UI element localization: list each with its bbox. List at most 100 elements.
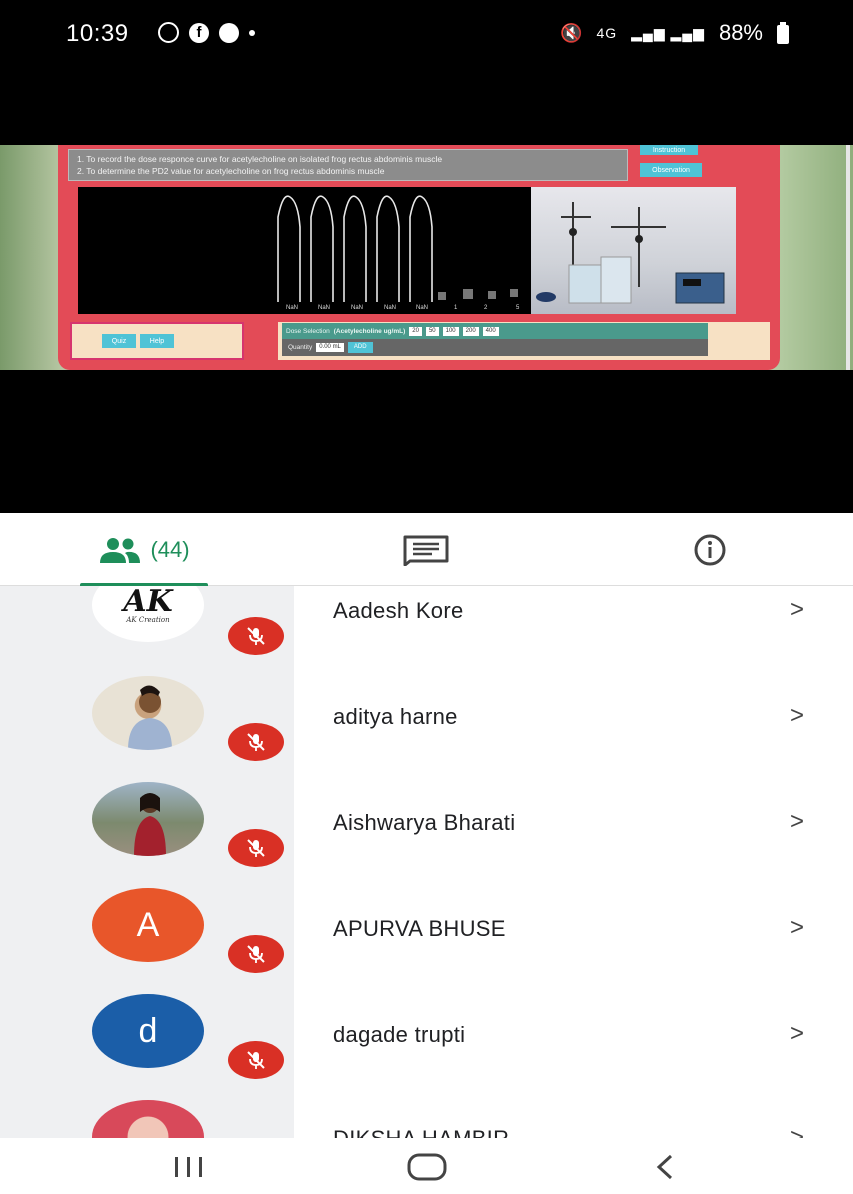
avatar-initial: A <box>136 905 160 944</box>
trace-pixel <box>488 291 496 299</box>
quantity-label: Quantity <box>288 344 313 351</box>
chevron-right-icon[interactable]: > <box>790 808 804 836</box>
tab-info[interactable] <box>670 513 750 586</box>
people-count: (44) <box>150 536 190 562</box>
instruction-button[interactable]: Instruction <box>640 145 698 155</box>
dose-option[interactable]: 400 <box>482 326 499 336</box>
participant-name: Aadesh Kore <box>333 598 464 623</box>
trace-pixel <box>463 289 473 299</box>
battery-percent: 88% <box>718 20 763 45</box>
dose-option-selected[interactable]: 100 <box>442 326 459 336</box>
home-button[interactable] <box>404 1152 450 1182</box>
signal-icon: ▂▄▆ ▂▄▆ <box>631 24 705 41</box>
status-right: 🔇 4G ▂▄▆ ▂▄▆ 88% <box>560 20 789 46</box>
trace-curves <box>277 195 433 302</box>
graph-label: NaN <box>286 305 298 311</box>
mic-off-icon <box>228 1041 284 1079</box>
aim-1: 1. To record the dose responce curve for… <box>77 154 443 164</box>
dose-option[interactable]: 50 <box>425 326 439 336</box>
chevron-right-icon[interactable]: > <box>790 914 804 942</box>
participant-row[interactable]: d dagade trupti > <box>0 990 853 1096</box>
chevron-right-icon[interactable]: > <box>790 702 804 730</box>
phone-icon <box>219 22 239 43</box>
avatar-letter: A <box>92 888 204 962</box>
add-button[interactable]: ADD <box>347 342 373 353</box>
graph-label: NaN <box>318 305 330 311</box>
avatar-initial: d <box>138 1011 158 1050</box>
graph-label: NaN <box>351 305 363 311</box>
avatar-photo <box>92 676 204 750</box>
dose-control-panel: Dose Selection (Acetylecholine ug/mL) 20… <box>278 322 770 360</box>
dose-option[interactable]: 20 <box>409 326 422 336</box>
avatar-letter: d <box>92 994 204 1068</box>
participant-list[interactable]: AK AK Creation Aadesh Kore > aditya harn… <box>0 586 853 1138</box>
participant-name: aditya harne <box>333 704 458 729</box>
participant-name: dagade trupti <box>333 1022 466 1047</box>
dose-drug: (Acetylecholine ug/mL) <box>333 327 406 335</box>
mic-off-icon <box>228 723 284 761</box>
shared-screen-video[interactable]: 1. To record the dose responce curve for… <box>0 145 853 370</box>
status-time: 10:39 <box>66 20 129 47</box>
status-bar: 10:39 f 🔇 4G ▂▄▆ ▂▄▆ 88% <box>0 0 853 145</box>
avatar-logo-text: AK <box>123 586 173 619</box>
recents-icon <box>175 1157 202 1177</box>
network-type: 4G <box>596 25 618 41</box>
avatar-photo <box>92 782 204 856</box>
help-button[interactable]: Help <box>140 334 174 348</box>
participant-name: Aishwarya Bharati <box>333 810 516 835</box>
people-icon <box>100 537 141 563</box>
kymograph-graph: NaN NaN NaN NaN NaN 1 2 5 <box>78 187 531 314</box>
graph-label: 2 <box>484 305 488 311</box>
quiz-button[interactable]: Quiz <box>102 334 136 348</box>
video-letterbox <box>0 370 853 513</box>
participant-name: APURVA BHUSE <box>333 916 506 941</box>
observation-button[interactable]: Observation <box>640 163 702 177</box>
tab-chat[interactable] <box>380 513 472 586</box>
video-scrollbar <box>846 145 850 370</box>
whatsapp-icon <box>158 22 179 43</box>
back-button[interactable] <box>650 1152 680 1182</box>
back-icon <box>656 1154 673 1180</box>
dose-label: Dose Selection <box>286 327 330 335</box>
aim-2: 2. To determine the PD2 value for acetyl… <box>77 166 385 176</box>
meeting-tabs: (44) <box>0 513 853 587</box>
quantity-bar: Quantity 0.00 mL ADD <box>282 339 708 356</box>
participant-row[interactable]: A APURVA BHUSE > <box>0 884 853 990</box>
system-nav-bar <box>0 1138 853 1194</box>
response-trace: NaN NaN NaN NaN NaN 1 2 5 <box>277 195 520 311</box>
battery-icon <box>777 21 789 44</box>
mute-icon: 🔇 <box>560 22 583 43</box>
quiz-help-panel: Quiz Help <box>70 322 244 360</box>
dose-selection-bar: Dose Selection (Acetylecholine ug/mL) 20… <box>282 323 708 339</box>
participant-name: DIKSHA HAMBIR <box>333 1126 509 1138</box>
mic-off-icon <box>228 829 284 867</box>
quantity-select[interactable]: 0.00 mL <box>316 343 344 352</box>
apparatus-image <box>531 187 736 314</box>
tab-people[interactable]: (44) <box>80 513 208 587</box>
dot-icon <box>249 29 255 36</box>
trace-pixel <box>510 289 518 297</box>
participant-row[interactable]: DIKSHA HAMBIR > <box>0 1096 853 1138</box>
facebook-icon: f <box>189 22 209 43</box>
chevron-right-icon[interactable]: > <box>790 1124 804 1138</box>
info-icon <box>694 534 726 565</box>
mic-off-icon <box>228 935 284 973</box>
apparatus-illustration <box>536 202 725 304</box>
chevron-right-icon[interactable]: > <box>790 1020 804 1048</box>
participant-row[interactable]: Aishwarya Bharati > <box>0 778 853 884</box>
recent-apps-button[interactable] <box>168 1152 210 1182</box>
graph-label: NaN <box>416 305 428 311</box>
trace-pixel <box>438 292 446 300</box>
graph-label: NaN <box>384 305 396 311</box>
avatar-photo <box>92 1100 204 1138</box>
graph-label: 5 <box>516 305 520 311</box>
participant-row[interactable]: AK AK Creation Aadesh Kore > <box>0 586 853 672</box>
chevron-right-icon[interactable]: > <box>790 596 804 624</box>
aims-box: 1. To record the dose responce curve for… <box>68 149 628 181</box>
notification-icons: f <box>158 22 255 43</box>
mic-off-icon <box>228 617 284 655</box>
participant-row[interactable]: aditya harne > <box>0 672 853 778</box>
dose-option[interactable]: 200 <box>462 326 479 336</box>
avatar: AK AK Creation <box>92 586 204 642</box>
avatar-logo-subtext: AK Creation <box>126 615 170 624</box>
